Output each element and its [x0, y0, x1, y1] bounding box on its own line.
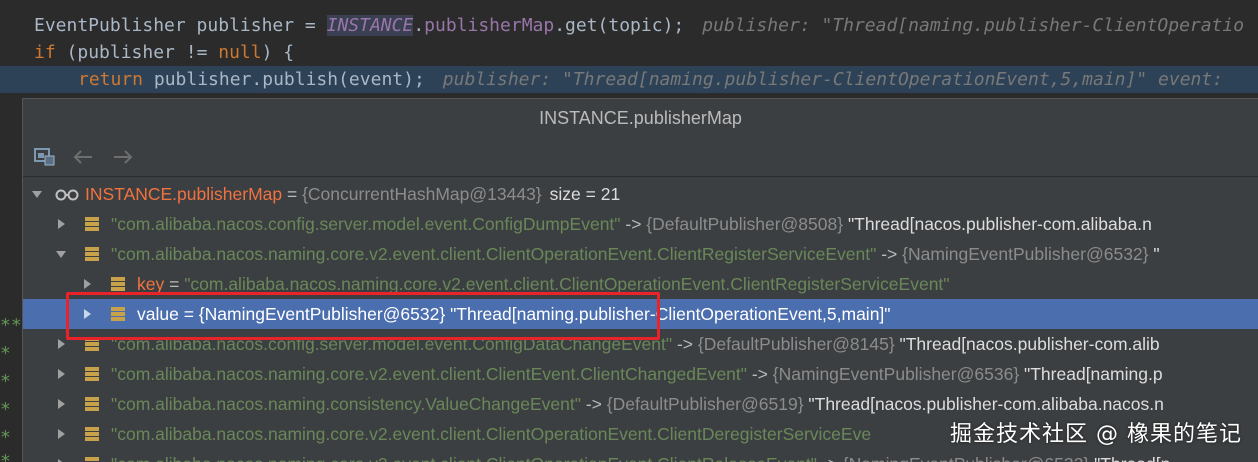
- field-entry-icon: [111, 277, 125, 291]
- entry-object: {NamingEventPublisher@6532}: [843, 454, 1089, 462]
- entry-key: "com.alibaba.nacos.config.server.model.e…: [111, 214, 621, 234]
- inline-debug-hint: publisher: "Thread[naming.publisher-Clie…: [702, 15, 1245, 36]
- root-variable-name: INSTANCE.publisherMap: [85, 184, 283, 204]
- publisher-map-field[interactable]: publisherMap: [424, 15, 554, 36]
- null-keyword: null: [218, 42, 262, 63]
- code-editor: EventPublisher publisher = INSTANCE.publ…: [0, 0, 1258, 96]
- tree-entry-row[interactable]: "com.alibaba.nacos.naming.consistency.Va…: [23, 389, 1258, 419]
- code-dot: .: [413, 15, 425, 36]
- code-text: EventPublisher publisher =: [34, 15, 327, 36]
- expand-arrow-icon[interactable]: [55, 338, 67, 350]
- code-line-2: if (publisher != null) {: [34, 39, 294, 66]
- value-description: "Thread[naming.publisher-ClientOperation…: [445, 304, 891, 324]
- entry-key: "com.alibaba.nacos.naming.core.v2.event.…: [111, 364, 747, 384]
- code-text: ) {: [261, 42, 295, 63]
- tree-entry-row[interactable]: "com.alibaba.nacos.naming.core.v2.event.…: [23, 359, 1258, 389]
- if-keyword: if: [34, 42, 56, 63]
- entry-object: {DefaultPublisher@8145}: [697, 334, 895, 354]
- gutter-marker: *: [0, 427, 11, 448]
- root-variable-type: {ConcurrentHashMap@13443}: [302, 184, 542, 204]
- entry-key: "com.alibaba.nacos.config.server.model.e…: [111, 334, 673, 354]
- collapse-arrow-icon[interactable]: [31, 188, 43, 200]
- code-text: .get(topic);: [554, 15, 685, 36]
- popup-toolbar: [23, 137, 1258, 177]
- field-entry-icon: [85, 367, 99, 381]
- tree-entry-row[interactable]: "com.alibaba.nacos.config.server.model.e…: [23, 209, 1258, 239]
- inline-debug-hint: publisher: "Thread[naming.publisher-Clie…: [442, 69, 1224, 90]
- tree-root-row[interactable]: INSTANCE.publisherMap = {ConcurrentHashM…: [23, 179, 1258, 209]
- code-line-3-current: return publisher.publish(event); publishe…: [0, 66, 1258, 93]
- expand-arrow-icon[interactable]: [55, 368, 67, 380]
- key-label: key: [137, 274, 165, 294]
- eq-sign: =: [178, 304, 199, 324]
- popup-title[interactable]: INSTANCE.publisherMap: [23, 99, 1258, 137]
- entry-description: "Thread[nacos.publisher-com.alibaba.n: [843, 214, 1152, 234]
- eq-sign: =: [282, 184, 303, 204]
- layout-icon[interactable]: [33, 145, 57, 169]
- eq-sign: =: [164, 274, 185, 294]
- collapse-arrow-icon[interactable]: [55, 248, 67, 260]
- expand-arrow-icon[interactable]: [55, 218, 67, 230]
- code-text: publisher.publish(event);: [143, 69, 425, 90]
- entry-description: ": [1148, 244, 1160, 264]
- entry-arrow: ->: [672, 334, 698, 354]
- value-object: {NamingEventPublisher@6532}: [198, 304, 446, 324]
- gutter-marker: **: [0, 315, 22, 336]
- expand-arrow-icon[interactable]: [55, 398, 67, 410]
- code-line-1: EventPublisher publisher = INSTANCE.publ…: [34, 12, 1244, 39]
- gutter-marker: *: [0, 399, 11, 420]
- root-size: size = 21: [549, 184, 621, 204]
- entry-object: {DefaultPublisher@6519}: [606, 394, 804, 414]
- forward-arrow-icon[interactable]: [111, 145, 135, 169]
- entry-key: "com.alibaba.nacos.naming.core.v2.event.…: [111, 454, 817, 462]
- gutter-marker: *: [0, 451, 11, 462]
- expand-arrow-icon[interactable]: [55, 458, 67, 462]
- tree-value-row-selected[interactable]: value = {NamingEventPublisher@6532} "Thr…: [23, 299, 1258, 329]
- code-text: (publisher !=: [55, 42, 219, 63]
- field-entry-icon: [85, 217, 99, 231]
- evaluate-popup: INSTANCE.publisherMap INSTANCE.publisher…: [22, 98, 1258, 462]
- tree-entry-row[interactable]: "com.alibaba.nacos.config.server.model.e…: [23, 329, 1258, 359]
- entry-arrow: ->: [620, 214, 647, 234]
- tree-key-row[interactable]: key = "com.alibaba.nacos.naming.core.v2.…: [23, 269, 1258, 299]
- value-label: value: [137, 304, 179, 324]
- entry-arrow: ->: [746, 364, 773, 384]
- entry-object: {DefaultPublisher@8508}: [646, 214, 844, 234]
- watermark: 掘金技术社区 @ 橡果的笔记: [950, 422, 1242, 447]
- instance-field[interactable]: INSTANCE: [326, 15, 414, 36]
- tree-entry-row[interactable]: "com.alibaba.nacos.naming.core.v2.event.…: [23, 449, 1258, 462]
- gutter-marker: *: [0, 371, 11, 392]
- entry-description: "Thread[nacos.publisher-com.alibaba.naco…: [803, 394, 1164, 414]
- field-entry-icon: [85, 457, 99, 461]
- field-entry-icon: [85, 247, 99, 261]
- entry-description: "Thread[nacos.publisher-com.alib: [894, 334, 1160, 354]
- field-entry-icon: [111, 307, 125, 321]
- watch-glasses-icon: [55, 189, 79, 201]
- back-arrow-icon[interactable]: [71, 145, 95, 169]
- entry-key: "com.alibaba.nacos.naming.consistency.Va…: [111, 394, 581, 414]
- return-keyword: return: [78, 69, 144, 90]
- field-entry-icon: [85, 427, 99, 441]
- key-value: "com.alibaba.nacos.naming.core.v2.event.…: [184, 274, 950, 294]
- field-entry-icon: [85, 397, 99, 411]
- gutter-marker: *: [0, 343, 11, 364]
- expand-arrow-icon[interactable]: [81, 308, 93, 320]
- entry-object: {NamingEventPublisher@6532}: [902, 244, 1149, 264]
- expand-arrow-icon[interactable]: [81, 278, 93, 290]
- field-entry-icon: [85, 337, 99, 351]
- entry-arrow: ->: [580, 394, 607, 414]
- entry-description: "Thread[naming.p: [1019, 364, 1163, 384]
- entry-arrow: ->: [876, 244, 903, 264]
- entry-description: "Thread[n: [1089, 454, 1170, 462]
- entry-key: "com.alibaba.nacos.naming.core.v2.event.…: [111, 244, 877, 264]
- entry-arrow: ->: [817, 454, 843, 462]
- entry-key: "com.alibaba.nacos.naming.core.v2.event.…: [111, 424, 872, 444]
- entry-object: {NamingEventPublisher@6536}: [772, 364, 1020, 384]
- tree-entry-row-expanded[interactable]: "com.alibaba.nacos.naming.core.v2.event.…: [23, 239, 1258, 269]
- expand-arrow-icon[interactable]: [55, 428, 67, 440]
